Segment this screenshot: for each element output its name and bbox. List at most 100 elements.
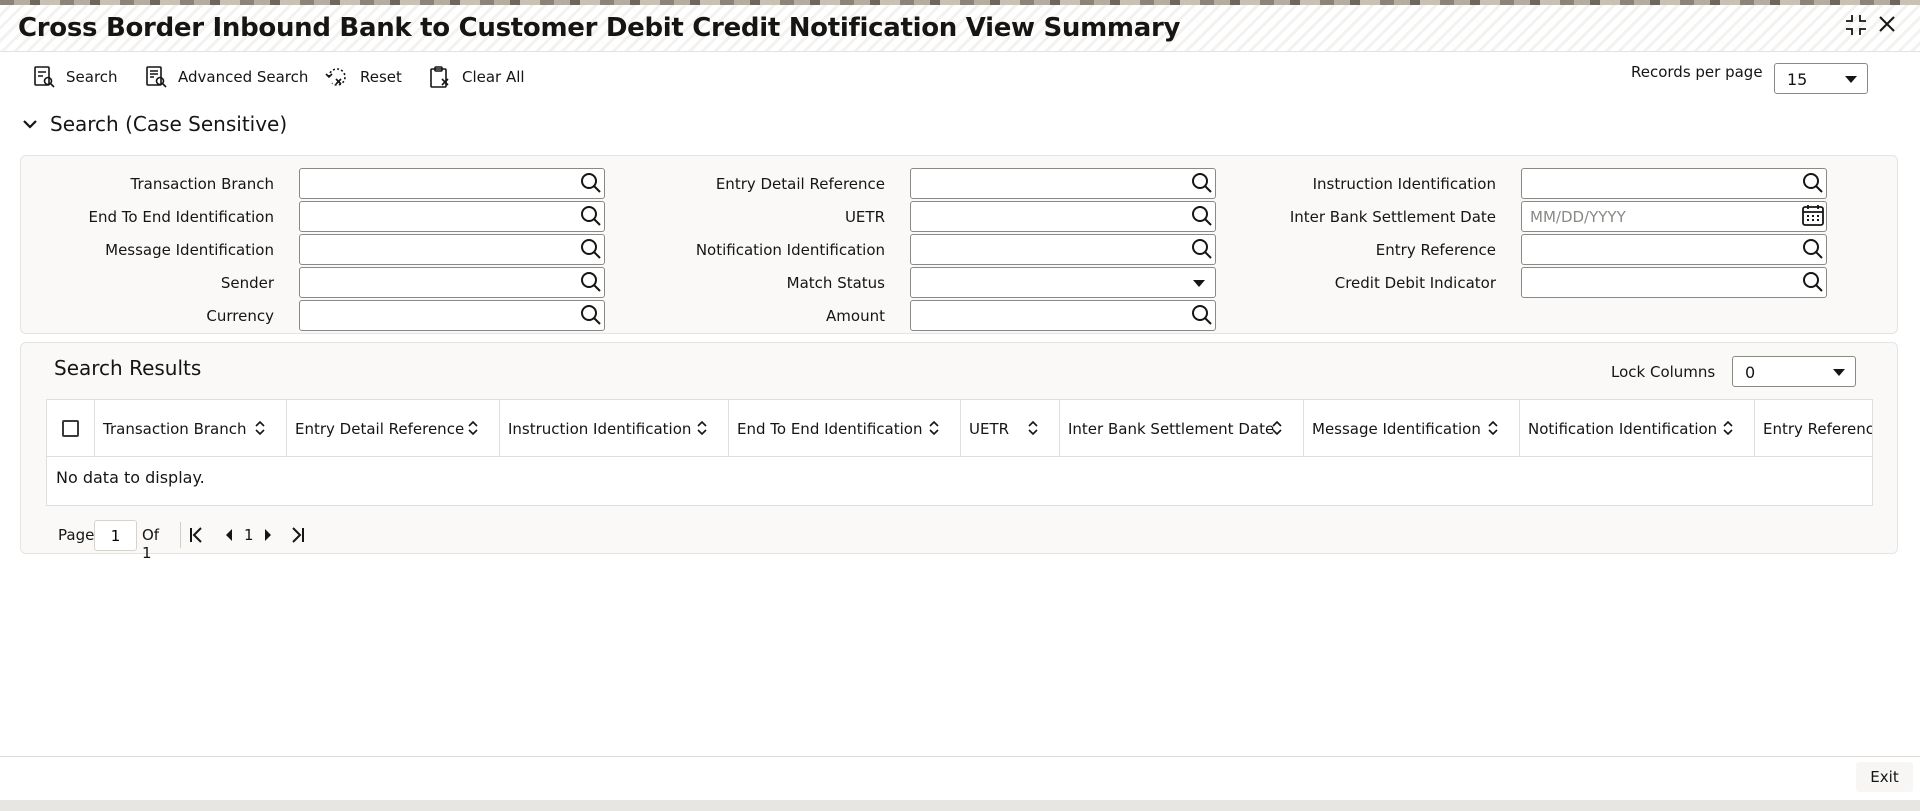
- entry-reference-input[interactable]: [1521, 234, 1827, 265]
- search-form-icon: [34, 66, 55, 88]
- transaction-branch-input[interactable]: [299, 168, 605, 199]
- chevron-down-icon: [1833, 369, 1845, 376]
- bottom-bar: [0, 800, 1920, 811]
- entry-detail-reference-label: Entry Detail Reference: [715, 175, 885, 193]
- search-section-toggle[interactable]: Search (Case Sensitive): [22, 112, 287, 136]
- advanced-search-icon: [146, 66, 167, 88]
- credit-debit-indicator-label: Credit Debit Indicator: [1334, 274, 1496, 292]
- currency-label: Currency: [206, 307, 274, 325]
- sort-icon: [468, 420, 478, 436]
- notification-identification-label: Notification Identification: [695, 241, 885, 259]
- records-per-page-select[interactable]: 15: [1774, 63, 1868, 94]
- results-title: Search Results: [54, 356, 202, 380]
- end-to-end-identification-input[interactable]: [299, 201, 605, 232]
- reset-button[interactable]: Reset: [324, 60, 402, 94]
- empty-message: No data to display.: [56, 468, 205, 487]
- advanced-search-button-label: Advanced Search: [178, 68, 309, 86]
- uetr-input[interactable]: [910, 201, 1216, 232]
- search-icon[interactable]: [1191, 238, 1213, 264]
- last-page-icon[interactable]: [290, 526, 306, 548]
- amount-input[interactable]: [910, 300, 1216, 331]
- page-label: Page: [58, 526, 95, 544]
- results-table: Transaction Branch Entry Detail Referenc…: [46, 399, 1873, 506]
- calendar-icon[interactable]: [1801, 203, 1825, 231]
- lock-columns-select[interactable]: 0: [1732, 356, 1856, 387]
- search-icon[interactable]: [580, 304, 602, 330]
- search-icon[interactable]: [580, 271, 602, 297]
- title-bar: Cross Border Inbound Bank to Customer De…: [0, 5, 1920, 52]
- page-of-label: Of 1: [142, 526, 160, 562]
- clear-all-button[interactable]: Clear All: [428, 60, 525, 94]
- end-to-end-identification-label: End To End Identification: [88, 208, 274, 226]
- chevron-down-icon: [1193, 280, 1205, 287]
- column-header-transaction-branch[interactable]: Transaction Branch: [95, 400, 287, 457]
- transaction-branch-label: Transaction Branch: [130, 175, 275, 193]
- match-status-select[interactable]: [910, 267, 1216, 298]
- sort-icon: [1488, 420, 1498, 436]
- instruction-identification-label: Instruction Identification: [1312, 175, 1496, 193]
- page-number-input[interactable]: [94, 520, 137, 551]
- uetr-label: UETR: [844, 208, 885, 226]
- message-identification-label: Message Identification: [105, 241, 274, 259]
- search-icon[interactable]: [1191, 172, 1213, 198]
- page-title: Cross Border Inbound Bank to Customer De…: [18, 13, 1181, 43]
- lock-columns-value: 0: [1745, 363, 1756, 382]
- column-header-uetr[interactable]: UETR: [961, 400, 1060, 457]
- advanced-search-button[interactable]: Advanced Search: [144, 60, 308, 94]
- currency-input[interactable]: [299, 300, 605, 331]
- exit-button[interactable]: Exit: [1856, 762, 1913, 792]
- records-per-page-value: 15: [1787, 70, 1808, 89]
- notification-identification-input[interactable]: [910, 234, 1216, 265]
- search-icon[interactable]: [1802, 172, 1824, 198]
- column-header-notification-identification[interactable]: Notification Identification: [1520, 400, 1755, 457]
- reset-icon: [325, 68, 346, 86]
- search-icon[interactable]: [1802, 238, 1824, 264]
- table-header: Transaction Branch Entry Detail Referenc…: [47, 400, 1872, 457]
- sort-icon: [1272, 420, 1282, 436]
- search-icon[interactable]: [580, 205, 602, 231]
- column-header-entry-detail-reference[interactable]: Entry Detail Reference: [287, 400, 500, 457]
- instruction-identification-input[interactable]: [1521, 168, 1827, 199]
- compress-icon[interactable]: [1844, 13, 1868, 41]
- sort-icon: [255, 420, 265, 436]
- chevron-down-icon: [23, 120, 37, 129]
- search-button[interactable]: Search: [32, 60, 118, 94]
- search-icon[interactable]: [580, 172, 602, 198]
- search-icon[interactable]: [1802, 271, 1824, 297]
- select-all-cell: [47, 400, 95, 457]
- entry-detail-reference-input[interactable]: [910, 168, 1216, 199]
- first-page-icon[interactable]: [188, 526, 204, 548]
- search-icon[interactable]: [1191, 304, 1213, 330]
- footer-divider: [0, 756, 1920, 757]
- select-all-checkbox[interactable]: [62, 420, 79, 437]
- sort-icon: [929, 420, 939, 436]
- column-header-end-to-end-identification[interactable]: End To End Identification: [729, 400, 961, 457]
- lock-columns-label: Lock Columns: [1611, 363, 1716, 381]
- inter-bank-settlement-date-label: Inter Bank Settlement Date: [1289, 208, 1496, 226]
- column-header-inter-bank-settlement-date[interactable]: Inter Bank Settlement Date: [1060, 400, 1304, 457]
- search-button-label: Search: [66, 68, 118, 86]
- sort-icon: [697, 420, 707, 436]
- column-header-message-identification[interactable]: Message Identification: [1304, 400, 1520, 457]
- close-icon[interactable]: [1876, 13, 1898, 39]
- match-status-label: Match Status: [786, 274, 885, 292]
- message-identification-input[interactable]: [299, 234, 605, 265]
- next-page-icon[interactable]: [263, 526, 273, 548]
- amount-label: Amount: [826, 307, 885, 325]
- column-header-entry-reference[interactable]: Entry Reference: [1755, 400, 1872, 457]
- sender-label: Sender: [220, 274, 274, 292]
- previous-page-icon[interactable]: [224, 526, 234, 548]
- clear-all-button-label: Clear All: [462, 68, 525, 86]
- sender-input[interactable]: [299, 267, 605, 298]
- current-page-number: 1: [244, 526, 254, 544]
- exit-button-label: Exit: [1870, 768, 1899, 786]
- search-icon[interactable]: [1191, 205, 1213, 231]
- chevron-down-icon: [1845, 76, 1857, 83]
- search-icon[interactable]: [580, 238, 602, 264]
- inter-bank-settlement-date-input[interactable]: [1521, 201, 1827, 232]
- entry-reference-label: Entry Reference: [1375, 241, 1496, 259]
- search-section-title: Search (Case Sensitive): [50, 112, 288, 136]
- reset-button-label: Reset: [360, 68, 402, 86]
- credit-debit-indicator-input[interactable]: [1521, 267, 1827, 298]
- column-header-instruction-identification[interactable]: Instruction Identification: [500, 400, 729, 457]
